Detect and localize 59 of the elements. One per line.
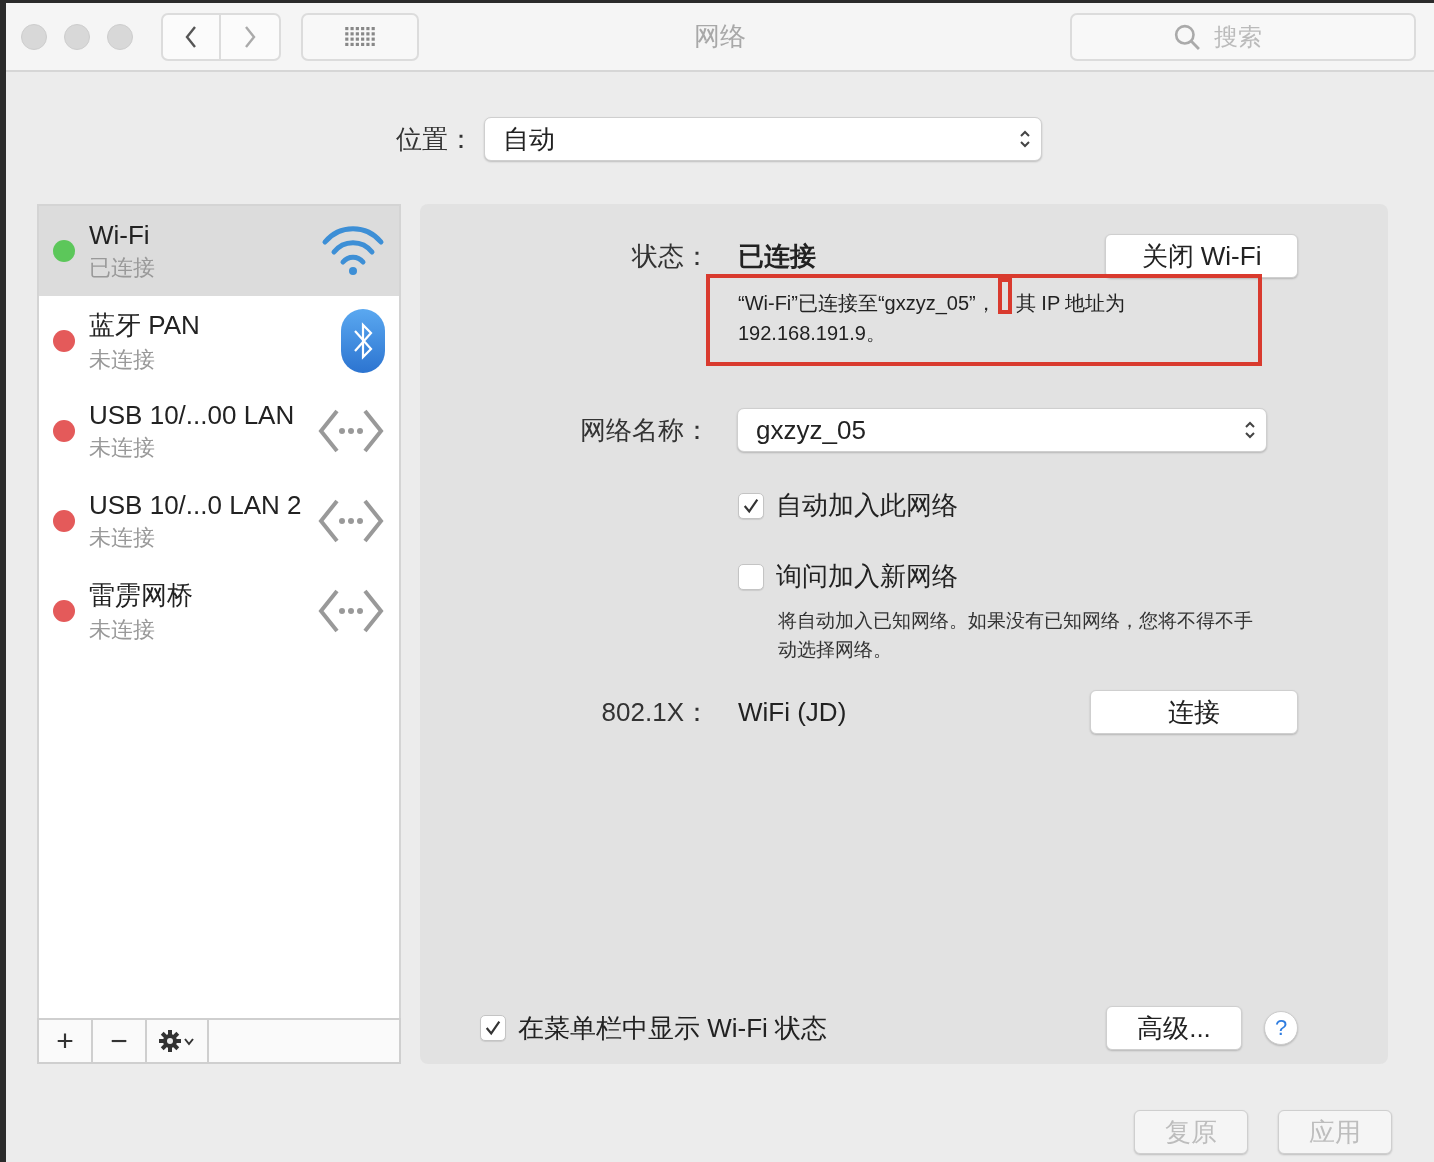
bluetooth-icon: [341, 309, 385, 373]
gear-icon: [159, 1030, 195, 1052]
window-control[interactable]: [64, 23, 90, 50]
service-name: Wi-Fi: [89, 219, 151, 251]
connect-button[interactable]: 连接: [1090, 690, 1298, 734]
field-value: WiFi (JD): [738, 696, 847, 728]
service-status: 未连接: [89, 345, 156, 374]
service-name: USB 10/...0 LAN 2: [89, 489, 303, 521]
ethernet-icon: [317, 497, 385, 545]
checkbox[interactable]: [738, 563, 764, 590]
service-item[interactable]: USB 10/...0 LAN 2 未连接: [39, 476, 399, 566]
updown-arrows-icon: [1244, 420, 1256, 440]
checkbox[interactable]: [738, 492, 764, 519]
status-description: 192.168.191.9。: [738, 321, 886, 346]
field-label: 网络名称：: [579, 413, 711, 447]
service-status: 未连接: [89, 433, 156, 462]
help-button[interactable]: ?: [1264, 1011, 1298, 1045]
location-label: 位置：: [395, 122, 475, 156]
service-name: 雷雳网桥: [89, 578, 194, 612]
status-value: 已连接: [738, 239, 816, 273]
ethernet-icon: [317, 587, 385, 635]
window-control[interactable]: [107, 23, 133, 50]
search-field[interactable]: 搜索: [1070, 12, 1416, 61]
window-title: 网络: [693, 20, 747, 53]
location-dropdown[interactable]: 自动: [484, 117, 1042, 161]
checkbox[interactable]: [480, 1015, 506, 1041]
service-item[interactable]: USB 10/...00 LAN 未连接: [39, 386, 399, 476]
checkmark-icon: [742, 496, 760, 515]
turn-off-wifi-button[interactable]: 关闭 Wi-Fi: [1105, 234, 1298, 278]
show-all-button[interactable]: [301, 12, 419, 61]
grid-icon: [345, 27, 375, 46]
network-name-dropdown[interactable]: gxzyz_05: [737, 408, 1267, 452]
service-status: 未连接: [89, 615, 156, 644]
service-name: USB 10/...00 LAN: [89, 399, 296, 431]
advanced-button[interactable]: 高级...: [1106, 1006, 1242, 1050]
status-description: “Wi-Fi”已连接至“gxzyz_05”，: [738, 291, 996, 317]
search-icon: [1174, 23, 1200, 50]
back-icon: [183, 24, 199, 49]
status-description: 其 IP 地址为: [1015, 291, 1126, 316]
field-label: 802.1X：: [600, 695, 711, 729]
window-control[interactable]: [21, 23, 47, 50]
service-status: 未连接: [89, 523, 156, 552]
help-note: 将自动加入已知网络。如果没有已知网络，您将不得不手动选择网络。: [778, 609, 1254, 662]
ethernet-icon: [317, 407, 385, 455]
service-name: 蓝牙 PAN: [89, 308, 201, 342]
field-label: 状态：: [630, 239, 711, 273]
checkbox-label: 在菜单栏中显示 Wi-Fi 状态: [518, 1011, 828, 1045]
service-status: 已连接: [89, 253, 156, 282]
updown-arrows-icon: [1019, 129, 1031, 149]
service-item[interactable]: Wi-Fi 已连接: [39, 206, 399, 296]
back-button[interactable]: [161, 12, 221, 61]
wifi-icon: [321, 226, 385, 276]
service-item[interactable]: 雷雳网桥 未连接: [39, 566, 399, 656]
checkmark-icon: [484, 1019, 502, 1037]
checkbox-label: 询问加入新网络: [776, 560, 958, 593]
forward-button[interactable]: [221, 12, 281, 61]
forward-icon: [242, 24, 258, 49]
checkbox-label: 自动加入此网络: [776, 489, 958, 522]
service-item[interactable]: 蓝牙 PAN 未连接: [39, 296, 399, 386]
